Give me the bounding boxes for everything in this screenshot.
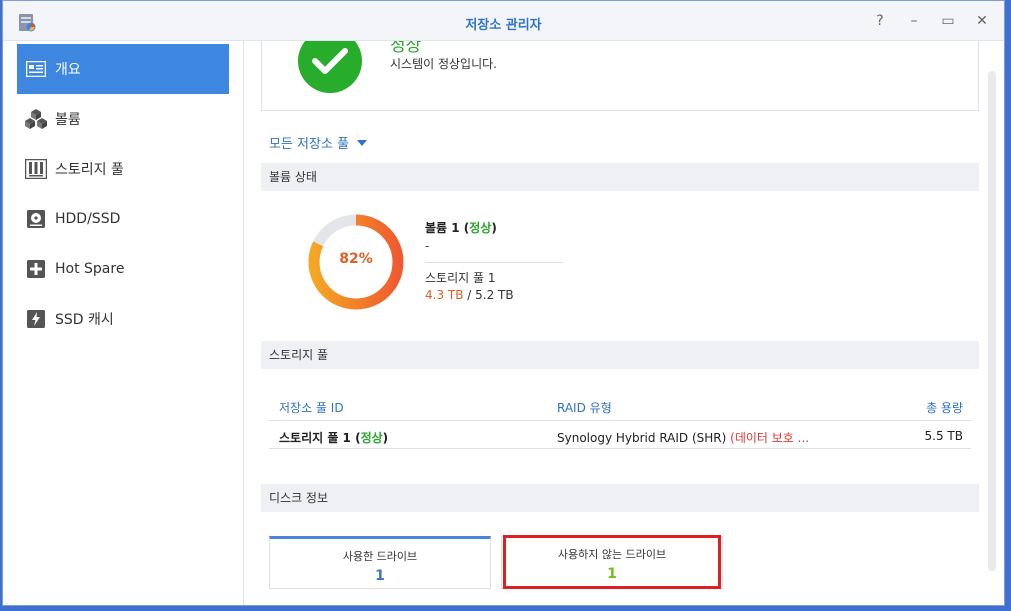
- window-title: 저장소 관리자: [465, 18, 542, 33]
- pool-filter-dropdown[interactable]: 모든 저장소 풀: [269, 133, 368, 152]
- volume-description: -: [425, 239, 430, 253]
- sidebar-item-storage-pool[interactable]: 스토리지 풀: [17, 144, 229, 194]
- volume-status-text: 정상: [469, 221, 492, 235]
- pool-filter-label: 모든 저장소 풀: [269, 137, 350, 152]
- ssd-cache-icon: [25, 308, 47, 330]
- used-drives-label: 사용한 드라이브: [342, 550, 418, 563]
- unused-drives-card[interactable]: 사용하지 않는 드라이브 1: [501, 536, 723, 589]
- sidebar-item-label: 볼륨: [55, 112, 81, 128]
- sidebar-item-label: 스토리지 풀: [55, 162, 124, 178]
- sidebar-item-hdd-ssd[interactable]: HDD/SSD: [17, 194, 229, 244]
- storage-manager-window: 저장소 관리자 ? – ▭ ✕ 개요 볼륨 스토리지 풀 HDD/SSD Hot…: [2, 0, 1005, 606]
- minimize-icon[interactable]: –: [906, 13, 922, 29]
- storage-pool-header: 스토리지 풀: [261, 341, 979, 369]
- unused-drives-label: 사용하지 않는 드라이브: [557, 548, 667, 561]
- volume-pool: 스토리지 풀 1: [425, 271, 496, 285]
- table-row[interactable]: 스토리지 풀 1 (정상) Synology Hybrid RAID (SHR)…: [269, 423, 971, 449]
- sidebar-item-ssd-cache[interactable]: SSD 캐시: [17, 294, 229, 344]
- hot-spare-icon: [25, 258, 47, 280]
- chevron-down-icon: [357, 139, 368, 146]
- disk-icon: [25, 208, 47, 230]
- sidebar-item-label: HDD/SSD: [55, 211, 121, 227]
- status-title: 정상: [390, 41, 422, 56]
- used-drives-count: 1: [375, 568, 385, 584]
- storage-pool-icon: [25, 158, 47, 180]
- overview-icon: [25, 58, 47, 80]
- check-icon: [298, 41, 362, 93]
- pool-table-header: 저장소 풀 ID RAID 유형 총 용량: [269, 391, 971, 421]
- vertical-scrollbar[interactable]: [988, 71, 996, 571]
- system-status-card: 정상 시스템이 정상입니다.: [261, 41, 979, 111]
- divider: [425, 262, 563, 263]
- volume-total: 5.2 TB: [475, 288, 514, 302]
- sidebar-item-label: Hot Spare: [55, 261, 125, 277]
- help-icon[interactable]: ?: [872, 13, 888, 29]
- sidebar-item-hot-spare[interactable]: Hot Spare: [17, 244, 229, 294]
- sidebar-item-volume[interactable]: 볼륨: [17, 94, 229, 144]
- status-description: 시스템이 정상입니다.: [390, 57, 497, 71]
- disk-info-header: 디스크 정보: [261, 484, 979, 512]
- close-icon[interactable]: ✕: [974, 13, 990, 29]
- sidebar-item-overview[interactable]: 개요: [17, 44, 229, 94]
- column-header-raid-type[interactable]: RAID 유형: [557, 399, 612, 416]
- volume-icon: [25, 108, 47, 130]
- volume-capacity: 4.3 TB / 5.2 TB: [425, 288, 514, 302]
- maximize-icon[interactable]: ▭: [940, 13, 956, 29]
- capacity-cell: 5.5 TB: [924, 429, 963, 443]
- volume-name[interactable]: 볼륨 1 (정상): [425, 219, 497, 236]
- volume-status-header: 볼륨 상태: [261, 163, 979, 191]
- column-header-capacity[interactable]: 총 용량: [926, 399, 963, 416]
- used-drives-card[interactable]: 사용한 드라이브 1: [269, 536, 491, 589]
- sidebar-item-label: 개요: [55, 62, 81, 78]
- volume-used: 4.3 TB: [425, 288, 464, 302]
- pool-name-cell: 스토리지 풀 1 (정상): [279, 431, 389, 445]
- usage-percent-label: 82%: [339, 251, 373, 267]
- sidebar: 개요 볼륨 스토리지 풀 HDD/SSD Hot Spare SSD 캐시: [3, 41, 244, 605]
- title-bar: 저장소 관리자 ? – ▭ ✕: [3, 1, 1004, 41]
- raid-type-cell: Synology Hybrid RAID (SHR) (데이터 보호 ...: [557, 431, 810, 445]
- column-header-pool-id[interactable]: 저장소 풀 ID: [279, 399, 344, 416]
- unused-drives-count: 1: [607, 566, 617, 582]
- sidebar-item-label: SSD 캐시: [55, 312, 114, 328]
- main-content: 정상 시스템이 정상입니다. 모든 저장소 풀 볼륨 상태 82% 볼륨 1 (…: [245, 41, 1004, 605]
